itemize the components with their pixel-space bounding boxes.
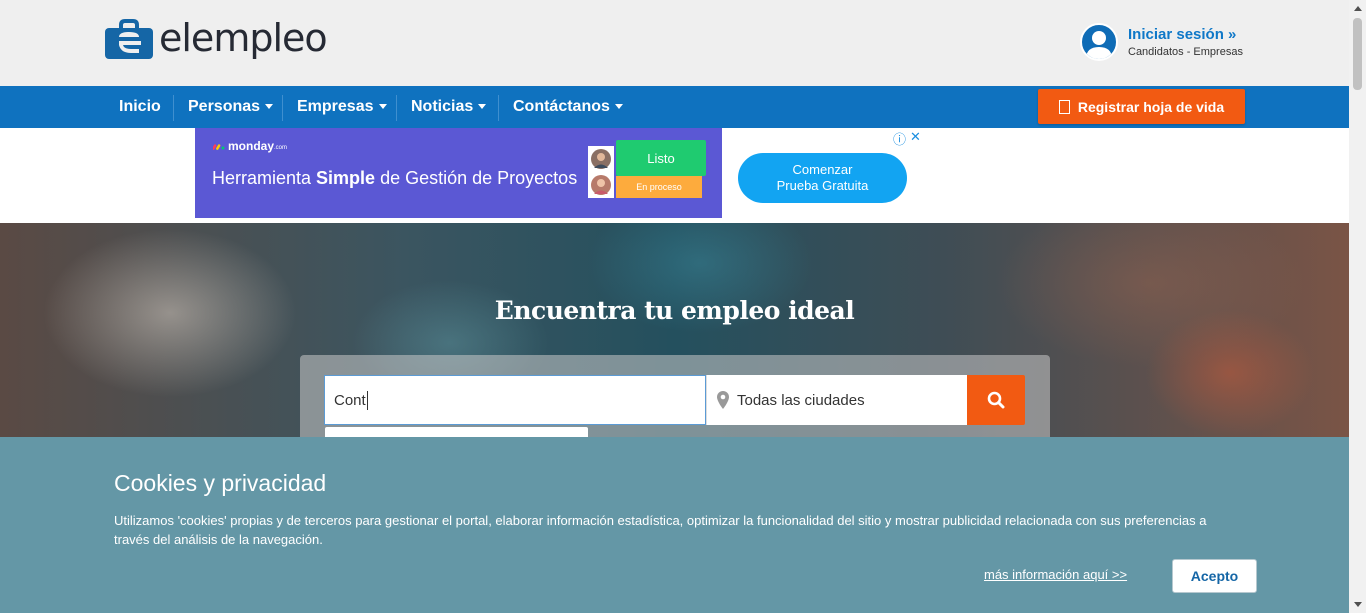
nav-item-contactanos[interactable]: Contáctanos xyxy=(513,86,623,128)
status-badge-progress: En proceso xyxy=(616,176,702,198)
search-button[interactable] xyxy=(967,375,1025,425)
ad-status-card: Listo En proceso xyxy=(586,140,706,198)
location-pin-icon xyxy=(717,391,729,409)
logo-wordmark: elempleo xyxy=(159,16,328,60)
briefcase-e-logo-icon xyxy=(105,17,153,59)
ad-controls: ⓘ ✕ xyxy=(893,129,921,148)
search-icon xyxy=(987,391,1005,409)
nav-item-personas[interactable]: Personas xyxy=(188,86,274,128)
monday-logo-icon xyxy=(213,144,225,150)
search-input[interactable]: Cont xyxy=(324,375,706,425)
ad-brand: monday .com xyxy=(213,139,287,153)
page-scrollbar[interactable] xyxy=(1349,0,1366,613)
ad-cta-button[interactable]: Comenzar Prueba Gratuita xyxy=(738,153,907,203)
login-link[interactable]: Iniciar sesión » xyxy=(1128,26,1243,43)
register-cv-label: Registrar hoja de vida xyxy=(1077,98,1225,115)
nav-divider xyxy=(173,95,174,121)
nav-item-inicio[interactable]: Inicio xyxy=(119,86,161,128)
cookie-accept-button[interactable]: Acepto xyxy=(1172,559,1257,593)
avatar xyxy=(588,172,614,198)
nav-divider xyxy=(498,95,499,121)
register-cv-button[interactable]: Registrar hoja de vida xyxy=(1038,89,1245,124)
scroll-up-arrow-icon[interactable] xyxy=(1349,0,1366,17)
document-icon xyxy=(1058,99,1070,114)
city-select[interactable]: Todas las ciudades xyxy=(706,375,968,425)
ad-banner[interactable]: monday .com Herramienta Simple de Gestión… xyxy=(195,128,722,218)
chevron-down-icon xyxy=(265,104,274,110)
cookie-more-info-link[interactable]: más información aquí >> xyxy=(984,567,1127,582)
status-badge-done: Listo xyxy=(616,140,706,176)
avatar xyxy=(588,146,614,172)
nav-divider xyxy=(282,95,283,121)
hero-title: Encuentra tu empleo ideal xyxy=(494,296,855,325)
nav-item-empresas[interactable]: Empresas xyxy=(297,86,387,128)
info-icon[interactable]: ⓘ xyxy=(893,129,906,148)
chevron-down-icon xyxy=(614,104,623,110)
close-icon[interactable]: ✕ xyxy=(910,129,921,148)
chevron-down-icon xyxy=(378,104,387,110)
user-avatar-icon[interactable] xyxy=(1080,23,1118,61)
scrollbar-thumb[interactable] xyxy=(1353,18,1362,90)
nav-item-noticias[interactable]: Noticias xyxy=(411,86,487,128)
login-area[interactable]: Iniciar sesión » Candidatos - Empresas xyxy=(1080,23,1243,61)
text-cursor xyxy=(366,390,368,410)
chevron-down-icon xyxy=(478,104,487,110)
scroll-down-arrow-icon[interactable] xyxy=(1349,596,1366,613)
nav-divider xyxy=(396,95,397,121)
login-subtitle: Candidatos - Empresas xyxy=(1128,46,1243,58)
site-logo[interactable]: elempleo xyxy=(105,16,328,60)
cookie-text: Utilizamos 'cookies' propias y de tercer… xyxy=(114,513,1207,547)
ad-headline: Herramienta Simple de Gestión de Proyect… xyxy=(212,168,578,188)
autocomplete-dropdown[interactable] xyxy=(325,427,588,437)
cookie-title: Cookies y privacidad xyxy=(114,470,327,496)
